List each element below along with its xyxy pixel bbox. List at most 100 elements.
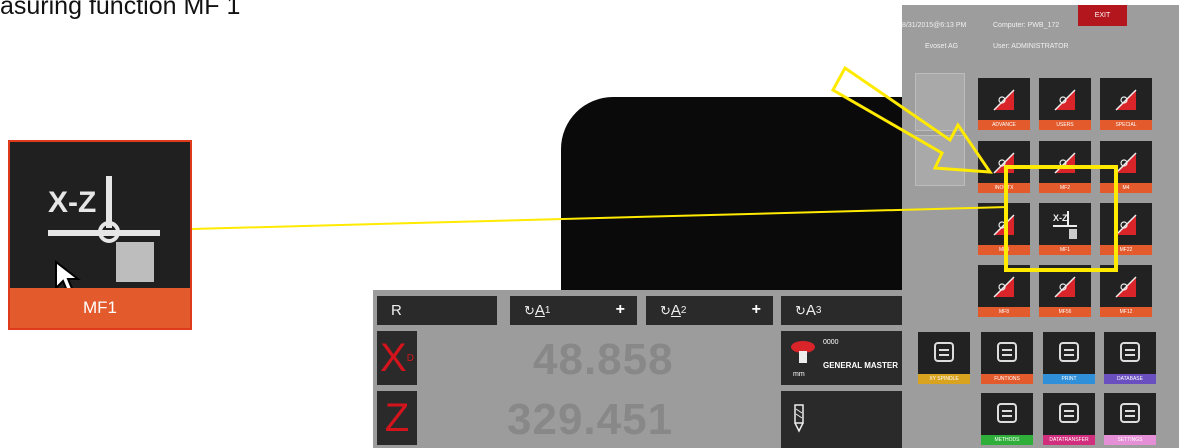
- spindle-code: 0000: [823, 339, 839, 346]
- methods-icon: [997, 403, 1017, 423]
- axis-r[interactable]: R: [377, 296, 497, 325]
- tile-m4[interactable]: M4: [1100, 141, 1152, 193]
- mf12-icon: [1115, 276, 1137, 298]
- rotate-icon: ↻: [795, 302, 806, 318]
- tile-advance-label: ADVANCE: [978, 120, 1030, 130]
- z-axis-label: Z: [377, 391, 417, 445]
- spindle-info[interactable]: 0000 GENERAL MASTER mm: [781, 331, 902, 385]
- advance-icon: [993, 89, 1015, 111]
- m4-icon: [1115, 152, 1137, 174]
- tile-database-label: DATABASE: [1104, 374, 1156, 384]
- axis-a3[interactable]: ↻ A 3: [781, 296, 902, 325]
- tile-database[interactable]: DATABASE: [1104, 332, 1156, 384]
- axis-a1[interactable]: ↻ A 1 +: [510, 296, 637, 325]
- x-label-text: X: [380, 335, 407, 380]
- tile-users[interactable]: USERS: [1039, 78, 1091, 130]
- add-a2-button[interactable]: +: [752, 301, 761, 319]
- tool-icon: [794, 404, 804, 433]
- tile-mf22[interactable]: MF22: [1100, 203, 1152, 255]
- x-axis-label: XD: [377, 331, 417, 385]
- axis-r-label: R: [391, 302, 402, 319]
- printer-icon: [1059, 342, 1079, 362]
- machine-screen: 8/31/2015@6:13 PM Evoset AG Computer: PW…: [373, 5, 1179, 448]
- axis-a1-sub: 1: [544, 305, 551, 316]
- tile-print-label: PRINT: [1043, 374, 1095, 384]
- mf1-icon: X-Z: [1053, 211, 1077, 239]
- axis-a3-sub: 3: [815, 305, 822, 316]
- preview-box-top: [915, 73, 965, 131]
- tile-funtions[interactable]: FUNTIONS: [981, 332, 1033, 384]
- mf8b-icon: [993, 276, 1015, 298]
- tile-mf12-label: MF12: [1100, 307, 1152, 317]
- axis-a2[interactable]: ↻ A 2 +: [646, 296, 773, 325]
- functions-icon: [997, 342, 1017, 362]
- zoomed-mf1-tile: X-Z MF1: [8, 140, 192, 330]
- database-icon: [1120, 342, 1140, 362]
- mf56-icon: [1054, 276, 1076, 298]
- tile-advance[interactable]: ADVANCE: [978, 78, 1030, 130]
- tile-mf56[interactable]: MF56: [1039, 265, 1091, 317]
- tile-mf2-label: MF2: [1039, 183, 1091, 193]
- tile-users-label: USERS: [1039, 120, 1091, 130]
- spindle-unit: mm: [793, 371, 805, 378]
- tile-mf12[interactable]: MF12: [1100, 265, 1152, 317]
- tile-mf8[interactable]: MF8: [978, 203, 1030, 255]
- tile-mf8b[interactable]: MF8: [978, 265, 1030, 317]
- user: User: ADMINISTRATOR: [993, 43, 1069, 50]
- computer: Computer: PWB_172: [993, 22, 1060, 29]
- x-label-sub: D: [406, 352, 414, 364]
- rotate-icon: ↻: [660, 302, 671, 318]
- tile-print[interactable]: PRINT: [1043, 332, 1095, 384]
- tile-mf1-label: MF1: [1039, 245, 1091, 255]
- gear-icon: [1120, 403, 1140, 423]
- mf2-icon: [1054, 152, 1076, 174]
- tile-datatransfer[interactable]: DATATRANSFER: [1043, 393, 1095, 445]
- mf22-icon: [1115, 214, 1137, 236]
- caption-text: asuring function MF 1: [0, 0, 241, 20]
- zoom-icon-text: X-Z: [48, 186, 96, 219]
- exit-button[interactable]: EXIT: [1078, 5, 1127, 26]
- z-value: 329.451: [507, 395, 674, 444]
- x-value: 48.858: [533, 335, 674, 384]
- tile-datatransfer-label: DATATRANSFER: [1043, 435, 1095, 445]
- rotate-icon: ↻: [524, 302, 535, 318]
- axis-a2-label: A: [670, 302, 681, 319]
- spindle-icon: [934, 342, 954, 362]
- mf8-icon: [993, 214, 1015, 236]
- tool-info[interactable]: [781, 391, 902, 448]
- tile-funtions-label: FUNTIONS: [981, 374, 1033, 384]
- axis-a3-label: A: [805, 302, 816, 319]
- tool-silhouette: [561, 97, 902, 290]
- special-icon: [1115, 89, 1137, 111]
- tile-mf8-label: MF8: [978, 245, 1030, 255]
- company: Evoset AG: [925, 43, 959, 50]
- tile-methods[interactable]: METHODS: [981, 393, 1033, 445]
- zoom-tile-label: MF1: [10, 288, 190, 328]
- datetime: 8/31/2015@6:13 PM: [902, 22, 967, 29]
- tile-settings-label: SETTINGS: [1104, 435, 1156, 445]
- tile-mf1[interactable]: X-Z MF1: [1039, 203, 1091, 255]
- spindle-icon: [791, 341, 815, 363]
- add-a1-button[interactable]: +: [616, 301, 625, 319]
- tile-m4-label: M4: [1100, 183, 1152, 193]
- axis-a2-sub: 2: [680, 305, 687, 316]
- tile-special-label: SPECIAL: [1100, 120, 1152, 130]
- inoutx-icon: [993, 152, 1015, 174]
- tile-methods-label: METHODS: [981, 435, 1033, 445]
- tile-mf22-label: MF22: [1100, 245, 1152, 255]
- tile-xy-spindle[interactable]: XY SPINDLE: [918, 332, 970, 384]
- spindle-name: GENERAL MASTER: [823, 361, 898, 370]
- svg-text:X-Z: X-Z: [1053, 213, 1068, 223]
- tile-inoutx[interactable]: INOUTX: [978, 141, 1030, 193]
- camera-view[interactable]: [373, 5, 902, 290]
- tile-special[interactable]: SPECIAL: [1100, 78, 1152, 130]
- users-icon: [1054, 89, 1076, 111]
- preview-box-bottom: [915, 135, 965, 186]
- tile-mf8b-label: MF8: [978, 307, 1030, 317]
- tile-inoutx-label: INOUTX: [978, 183, 1030, 193]
- tile-mf56-label: MF56: [1039, 307, 1091, 317]
- tile-settings[interactable]: SETTINGS: [1104, 393, 1156, 445]
- tile-xy-spindle-label: XY SPINDLE: [918, 374, 970, 384]
- tile-mf2[interactable]: MF2: [1039, 141, 1091, 193]
- axis-a1-label: A: [534, 302, 545, 319]
